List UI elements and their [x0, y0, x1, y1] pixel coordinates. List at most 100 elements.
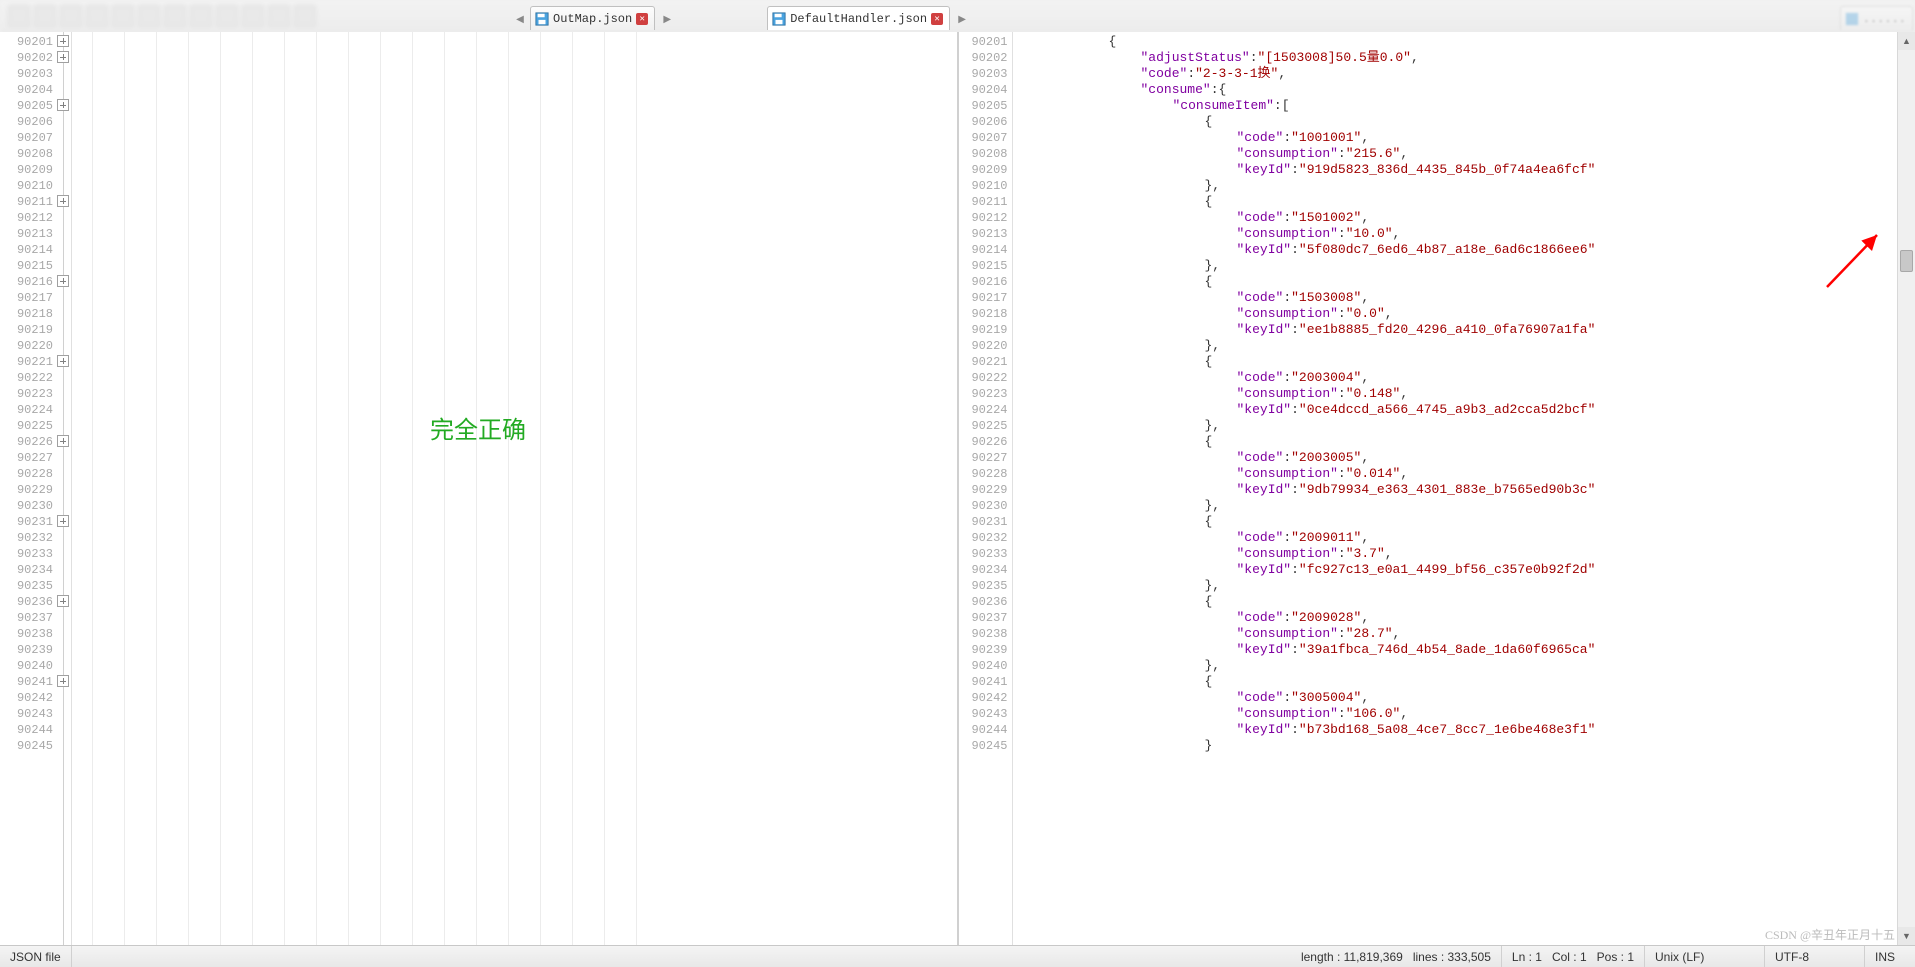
fold-toggle-icon[interactable]	[57, 675, 69, 687]
status-bar: JSON file length : 11,819,369 lines : 33…	[0, 945, 1915, 967]
line-number: 90235	[17, 578, 53, 594]
line-number: 90216	[971, 274, 1007, 290]
line-number: 90212	[971, 210, 1007, 226]
fold-toggle-icon[interactable]	[57, 99, 69, 111]
line-number: 90243	[971, 706, 1007, 722]
line-number: 90202	[17, 50, 53, 66]
line-number: 90219	[971, 322, 1007, 338]
tab-prev-icon[interactable]: ◀	[513, 12, 527, 26]
fold-toggle-icon[interactable]	[57, 35, 69, 47]
line-number: 90236	[17, 594, 53, 610]
fold-toggle-icon[interactable]	[57, 195, 69, 207]
line-number: 90204	[17, 82, 53, 98]
code-line: "code":"2003005",	[1237, 450, 1370, 466]
tab-next-icon[interactable]: ▶	[660, 12, 674, 26]
line-number: 90202	[971, 50, 1007, 66]
line-number: 90205	[17, 98, 53, 114]
code-line: "consumption":"28.7",	[1237, 626, 1401, 642]
code-line: {	[1205, 514, 1213, 530]
line-number: 90240	[17, 658, 53, 674]
code-line: "consumption":"106.0",	[1237, 706, 1409, 722]
code-line: "keyId":"b73bd168_5a08_4ce7_8cc7_1e6be46…	[1237, 722, 1596, 738]
code-line: "code":"2009028",	[1237, 610, 1370, 626]
line-number: 90211	[971, 194, 1007, 210]
fold-toggle-icon[interactable]	[57, 51, 69, 63]
tab-outmap[interactable]: OutMap.json ✕	[530, 6, 655, 30]
tab-hidden: ......	[1840, 6, 1913, 30]
fold-toggle-icon[interactable]	[57, 515, 69, 527]
status-length: length : 11,819,369 lines : 333,505	[1291, 946, 1502, 967]
code-line: "code":"2-3-3-1换",	[1141, 66, 1287, 82]
scroll-down-button[interactable]: ▼	[1898, 927, 1915, 945]
line-number: 90219	[17, 322, 53, 338]
close-icon[interactable]: ✕	[636, 13, 648, 25]
code-line: "code":"2009011",	[1237, 530, 1370, 546]
code-line: "keyId":"9db79934_e363_4301_883e_b7565ed…	[1237, 482, 1596, 498]
line-number: 90201	[971, 34, 1007, 50]
status-ins: INS	[1865, 946, 1915, 967]
line-number: 90238	[971, 626, 1007, 642]
line-number: 90203	[17, 66, 53, 82]
line-number: 90244	[17, 722, 53, 738]
scroll-track[interactable]	[1898, 50, 1915, 927]
code-line: },	[1205, 258, 1221, 274]
line-number: 90237	[17, 610, 53, 626]
tab-label: DefaultHandler.json	[790, 12, 927, 26]
code-line: "code":"2003004",	[1237, 370, 1370, 386]
line-number: 90227	[17, 450, 53, 466]
tab-defaulthandler[interactable]: DefaultHandler.json ✕	[767, 6, 950, 30]
fold-toggle-icon[interactable]	[57, 275, 69, 287]
tab-next-icon[interactable]: ▶	[955, 12, 969, 26]
line-number: 90221	[971, 354, 1007, 370]
code-line: {	[1205, 194, 1213, 210]
fold-toggle-icon[interactable]	[57, 355, 69, 367]
line-number: 90245	[17, 738, 53, 754]
vertical-scrollbar[interactable]: ▲ ▼	[1897, 32, 1915, 945]
code-line: "keyId":"919d5823_836d_4435_845b_0f74a4e…	[1237, 162, 1596, 178]
disk-icon	[772, 12, 786, 26]
line-number: 90213	[17, 226, 53, 242]
line-number: 90232	[971, 530, 1007, 546]
scroll-up-button[interactable]: ▲	[1898, 32, 1915, 50]
code-line: {	[1205, 354, 1213, 370]
left-gutter: 9020190202902039020490205902069020790208…	[0, 32, 72, 945]
line-number: 90205	[971, 98, 1007, 114]
left-code-area[interactable]	[72, 32, 957, 945]
fold-toggle-icon[interactable]	[57, 435, 69, 447]
scroll-thumb[interactable]	[1900, 250, 1913, 272]
line-number: 90209	[971, 162, 1007, 178]
line-number: 90210	[17, 178, 53, 194]
line-number: 90223	[17, 386, 53, 402]
line-number: 90236	[971, 594, 1007, 610]
line-number: 90217	[971, 290, 1007, 306]
fold-toggle-icon[interactable]	[57, 595, 69, 607]
line-number: 90225	[971, 418, 1007, 434]
line-number: 90228	[17, 466, 53, 482]
status-eol: Unix (LF)	[1645, 946, 1765, 967]
code-line: {	[1205, 594, 1213, 610]
line-number: 90207	[971, 130, 1007, 146]
right-pane: 9020190202902039020490205902069020790208…	[958, 32, 1915, 945]
line-number: 90230	[971, 498, 1007, 514]
code-line: },	[1205, 578, 1221, 594]
line-number: 90215	[17, 258, 53, 274]
code-line: {	[1109, 34, 1117, 50]
code-line: "consume":{	[1141, 82, 1227, 98]
line-number: 90220	[17, 338, 53, 354]
right-code-area[interactable]: {"adjustStatus":"[1503008]50.5量0.0","cod…	[1013, 32, 1915, 945]
line-number: 90241	[971, 674, 1007, 690]
tab-label: OutMap.json	[553, 12, 632, 26]
line-number: 90239	[17, 642, 53, 658]
line-number: 90239	[971, 642, 1007, 658]
code-line: "consumption":"10.0",	[1237, 226, 1401, 242]
code-line: "keyId":"5f080dc7_6ed6_4b87_a18e_6ad6c18…	[1237, 242, 1596, 258]
code-line: "adjustStatus":"[1503008]50.5量0.0",	[1141, 50, 1419, 66]
code-line: },	[1205, 338, 1221, 354]
line-number: 90235	[971, 578, 1007, 594]
line-number: 90209	[17, 162, 53, 178]
close-icon[interactable]: ✕	[931, 13, 943, 25]
status-encoding: UTF-8	[1765, 946, 1865, 967]
line-number: 90241	[17, 674, 53, 690]
line-number: 90213	[971, 226, 1007, 242]
line-number: 90208	[17, 146, 53, 162]
